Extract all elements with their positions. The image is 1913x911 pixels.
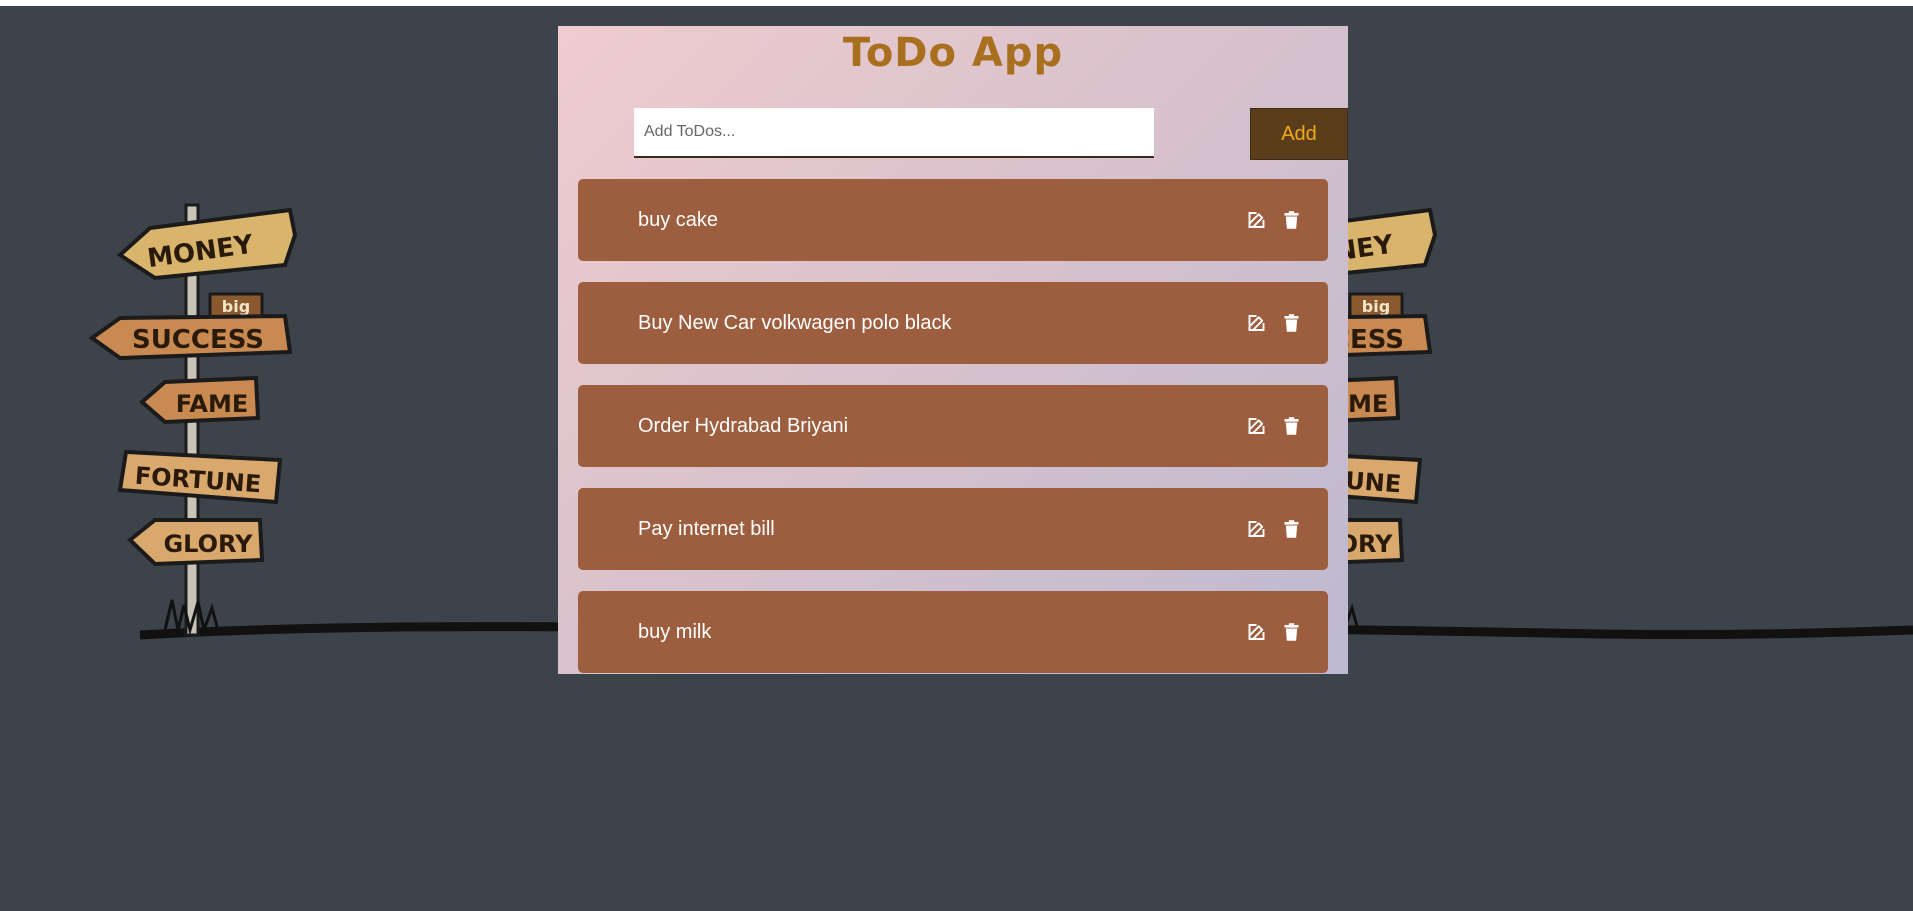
todo-input[interactable] xyxy=(634,108,1154,158)
trash-icon[interactable] xyxy=(1281,621,1302,643)
todo-actions xyxy=(1246,415,1302,437)
todo-app-panel: ToDo App Add buy cake Buy New Car volkwa… xyxy=(558,26,1348,674)
todo-item: buy milk xyxy=(578,591,1328,673)
edit-icon[interactable] xyxy=(1246,415,1267,437)
todo-text: Order Hydrabad Briyani xyxy=(638,415,849,437)
edit-icon[interactable] xyxy=(1246,312,1267,334)
add-todo-form: Add xyxy=(634,108,1348,160)
trash-icon[interactable] xyxy=(1281,209,1302,231)
todo-actions xyxy=(1246,312,1302,334)
todo-list: buy cake Buy New Car volkwagen polo blac… xyxy=(578,179,1328,674)
top-strip xyxy=(0,0,1913,6)
todo-actions xyxy=(1246,209,1302,231)
todo-text: buy cake xyxy=(638,209,719,231)
todo-item: buy cake xyxy=(578,179,1328,261)
todo-text: buy milk xyxy=(638,621,712,643)
edit-icon[interactable] xyxy=(1246,518,1267,540)
todo-actions xyxy=(1246,621,1302,643)
todo-item: Buy New Car volkwagen polo black xyxy=(578,282,1328,364)
edit-icon[interactable] xyxy=(1246,621,1267,643)
trash-icon[interactable] xyxy=(1281,518,1302,540)
trash-icon[interactable] xyxy=(1281,312,1302,334)
todo-actions xyxy=(1246,518,1302,540)
add-button[interactable]: Add xyxy=(1250,108,1348,160)
trash-icon[interactable] xyxy=(1281,415,1302,437)
todo-item: Pay internet bill xyxy=(578,488,1328,570)
todo-text: Pay internet bill xyxy=(638,518,775,540)
edit-icon[interactable] xyxy=(1246,209,1267,231)
todo-text: Buy New Car volkwagen polo black xyxy=(638,312,952,334)
todo-item: Order Hydrabad Briyani xyxy=(578,385,1328,467)
app-title: ToDo App xyxy=(842,30,1064,76)
